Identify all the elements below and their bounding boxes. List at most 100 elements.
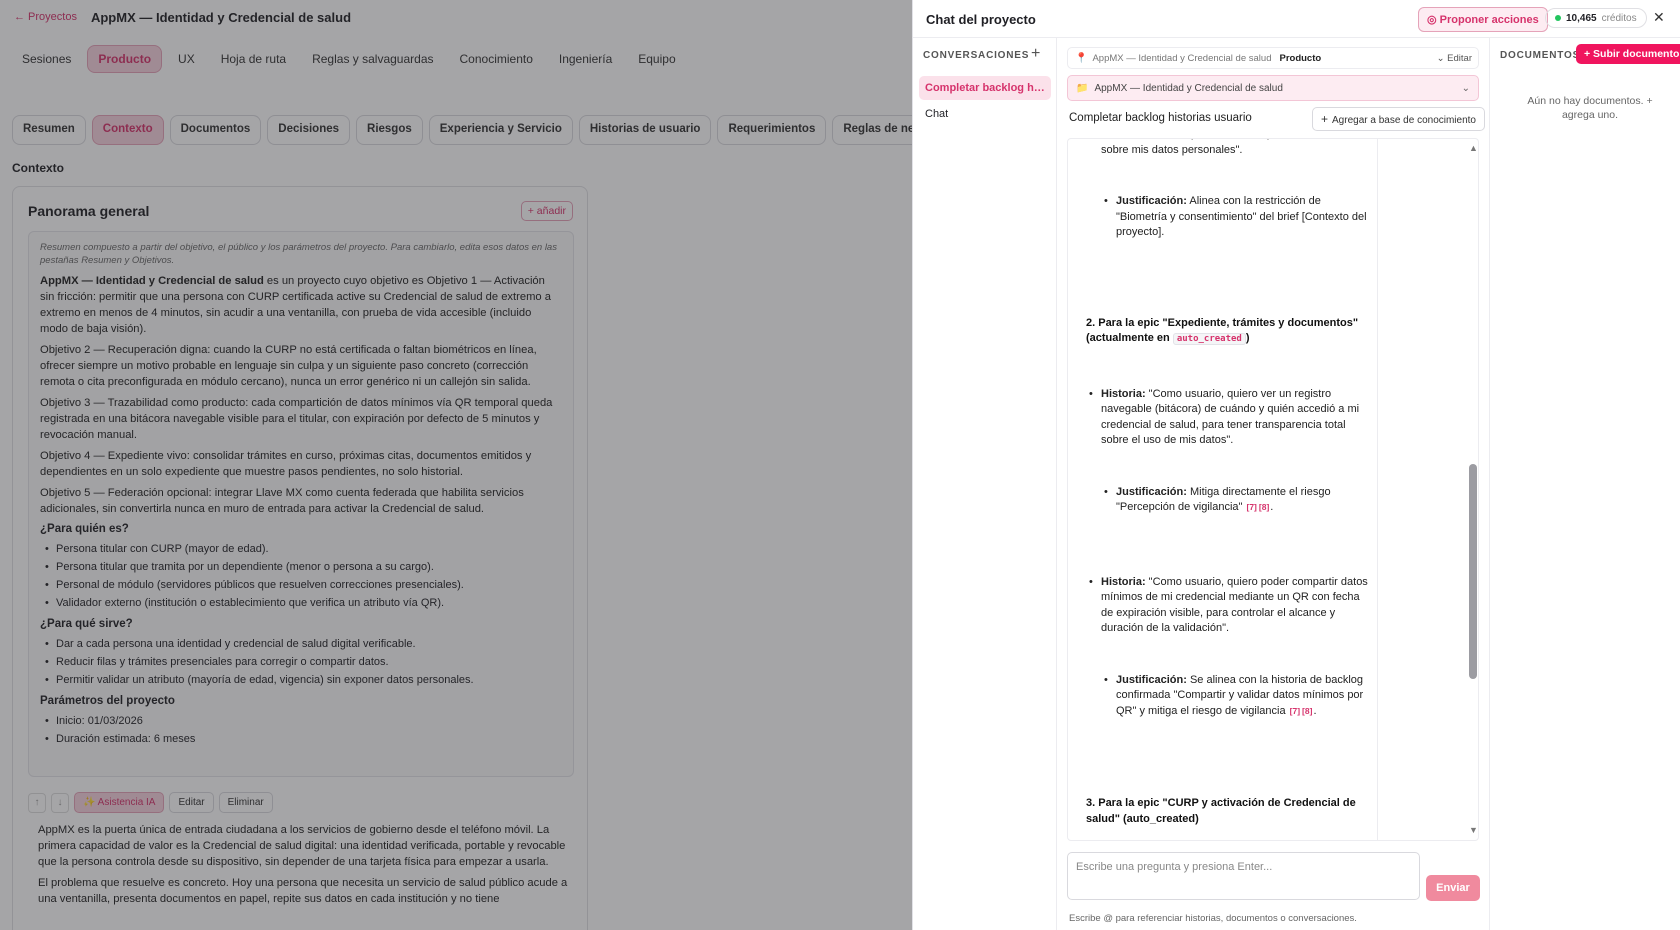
new-conversation-icon[interactable]: +	[1031, 45, 1040, 63]
project-select-value: AppMX — Identidad y Credencial de salud	[1094, 82, 1283, 94]
story-2: Historia: "Como usuario, quiero poder co…	[1086, 575, 1368, 637]
upload-document-button[interactable]: + Subir documento	[1576, 44, 1680, 64]
list-item: Duración estimada: 6 meses	[40, 730, 562, 748]
conversation-title: Completar backlog historias usuario	[1069, 112, 1252, 124]
top-bar: ← Proyectos AppMX — Identidad y Credenci…	[0, 0, 912, 34]
scroll-up-icon[interactable]: ▲	[1469, 143, 1478, 153]
summary-box: Resumen compuesto a partir del objetivo,…	[28, 231, 574, 777]
input-hint: Escribe @ para referenciar historias, do…	[1069, 913, 1357, 924]
chevron-down-icon: ⌄	[1461, 82, 1470, 94]
move-down-icon[interactable]: ↓	[51, 792, 69, 813]
nav-producto[interactable]: Producto	[87, 45, 163, 73]
folder-icon: 📁	[1076, 82, 1089, 94]
detail-paragraph: AppMX es la puerta única de entrada ciud…	[38, 824, 566, 868]
message-scroll-area[interactable]: revocable en cualquier momento, para ten…	[1067, 138, 1479, 841]
project-select[interactable]: 📁 AppMX — Identidad y Credencial de salu…	[1067, 75, 1479, 101]
delete-button[interactable]: Eliminar	[218, 792, 273, 813]
just-label: Justificación:	[1116, 673, 1187, 686]
epic-3-heading: 3. Para la epic "CURP y activación de Cr…	[1086, 797, 1356, 825]
list-item: Dar a cada persona una identidad y crede…	[40, 635, 562, 653]
nav-sesiones[interactable]: Sesiones	[12, 46, 81, 72]
story-label: Historia:	[1101, 387, 1146, 400]
app-title: AppMX — Identidad y Credencial de salud	[90, 9, 352, 25]
list-item: Persona titular que tramita por un depen…	[40, 558, 562, 576]
message-input[interactable]: Escribe una pregunta y presiona Enter...	[1067, 852, 1420, 900]
message-fragment: revocable en cualquier momento, para ten…	[1086, 139, 1368, 158]
project-chat-panel: Chat del proyecto ◎ Proponer acciones 10…	[912, 0, 1680, 930]
send-button[interactable]: Enviar	[1426, 875, 1480, 901]
nav-conocimiento[interactable]: Conocimiento	[450, 46, 543, 72]
tab-documentos[interactable]: Documentos	[169, 115, 262, 145]
nav-equipo[interactable]: Equipo	[628, 46, 685, 72]
documents-header: DOCUMENTOS	[1500, 50, 1581, 61]
list-item: Persona titular con CURP (mayor de edad)…	[40, 540, 562, 558]
nav-reglas-salvaguardas[interactable]: Reglas y salvaguardas	[302, 46, 443, 72]
pin-icon: 📍	[1075, 52, 1088, 64]
detail-text: AppMX es la puerta única de entrada ciud…	[38, 822, 578, 912]
list-item: Permitir validar un atributo (mayoría de…	[40, 671, 562, 689]
epic-2-close: )	[1245, 332, 1250, 344]
detail-paragraph: El problema que resuelve es concreto. Ho…	[38, 877, 568, 905]
section-title: Contexto	[12, 161, 64, 175]
add-to-knowledge-base-button[interactable]: + Agregar a base de conocimiento	[1312, 107, 1485, 131]
conversation-item-backlog[interactable]: Completar backlog historias usuario	[919, 76, 1051, 100]
nav-ingenieria[interactable]: Ingeniería	[549, 46, 622, 72]
list-item: Personal de módulo (servidores públicos …	[40, 576, 562, 594]
move-up-icon[interactable]: ↑	[28, 792, 46, 813]
scrollbar[interactable]: ▲ ▼	[1468, 139, 1478, 840]
documents-sidebar: DOCUMENTOS + Subir documento Aún no hay …	[1489, 38, 1680, 930]
assistant-message: revocable en cualquier momento, para ten…	[1068, 139, 1378, 840]
edit-button[interactable]: Editar	[169, 792, 214, 813]
who-list: Persona titular con CURP (mayor de edad)…	[40, 540, 562, 612]
overview-card: Panorama general + añadir Resumen compue…	[12, 186, 588, 930]
status-dot-icon	[1555, 15, 1561, 21]
list-item: Inicio: 01/03/2026	[40, 712, 562, 730]
plus-icon: +	[1321, 112, 1329, 126]
what-heading: ¿Para qué sirve?	[40, 618, 133, 630]
period: .	[1270, 501, 1274, 513]
epic-2-heading: 2. Para la epic "Expediente, trámites y …	[1086, 316, 1368, 348]
propose-actions-button[interactable]: ◎ Proponer acciones	[1418, 7, 1548, 32]
objective-5: Objetivo 5 — Federación opcional: integr…	[40, 487, 524, 515]
conversation-item-chat[interactable]: Chat	[919, 102, 1051, 126]
back-to-projects-link[interactable]: ← Proyectos	[14, 11, 77, 23]
tab-resumen[interactable]: Resumen	[12, 115, 86, 145]
tab-riesgos[interactable]: Riesgos	[356, 115, 423, 145]
documents-empty-state: Aún no hay documentos. + agrega uno.	[1527, 95, 1653, 121]
credits-badge: 10,465 créditos	[1545, 8, 1647, 28]
context-project: AppMX — Identidad y Credencial de salud	[1092, 52, 1272, 64]
edit-context-button[interactable]: ⌄ Editar	[1437, 53, 1472, 64]
scroll-down-icon[interactable]: ▼	[1469, 825, 1478, 835]
list-item: Reducir filas y trámites presenciales pa…	[40, 653, 562, 671]
what-list: Dar a cada persona una identidad y crede…	[40, 635, 562, 689]
close-icon[interactable]: ✕	[1653, 9, 1665, 26]
citation-link[interactable]: [7]	[1290, 706, 1300, 716]
citation-link[interactable]: [8]	[1259, 502, 1269, 512]
tab-decisiones[interactable]: Decisiones	[267, 115, 351, 145]
who-heading: ¿Para quién es?	[40, 523, 129, 535]
add-button[interactable]: + añadir	[520, 201, 573, 221]
message-content: revocable en cualquier momento, para ten…	[1086, 139, 1368, 827]
citation-link[interactable]: [7]	[1247, 502, 1257, 512]
tab-contexto[interactable]: Contexto	[91, 115, 164, 145]
params-list: Inicio: 01/03/2026 Duración estimada: 6 …	[40, 712, 562, 748]
justification-2: Justificación: Mitiga directamente el ri…	[1101, 485, 1368, 516]
fragment-text: revocable en cualquier momento, para ten…	[1101, 139, 1353, 156]
nav-ux[interactable]: UX	[168, 46, 205, 72]
nav-hoja-de-ruta[interactable]: Hoja de ruta	[211, 46, 296, 72]
tab-requerimientos[interactable]: Requerimientos	[717, 115, 827, 145]
conversations-header: CONVERSACIONES	[923, 50, 1030, 61]
tab-experiencia-servicio[interactable]: Experiencia y Servicio	[428, 115, 573, 145]
scrollbar-thumb[interactable]	[1469, 464, 1477, 679]
summary-lead: AppMX — Identidad y Credencial de salud …	[40, 273, 562, 337]
ai-assist-button[interactable]: ✨ Asistencia IA	[74, 792, 165, 813]
chat-area: 📍 AppMX — Identidad y Credencial de salu…	[1058, 38, 1488, 930]
conversations-sidebar: CONVERSACIONES + Completar backlog histo…	[913, 38, 1057, 930]
tab-reglas-negocio[interactable]: Reglas de negocio	[832, 115, 912, 145]
primary-nav: Sesiones Producto UX Hoja de ruta Reglas…	[8, 42, 912, 76]
propose-actions-label: Proponer acciones	[1439, 14, 1539, 26]
status-code: auto_created	[1172, 333, 1246, 345]
tab-historias-usuario[interactable]: Historias de usuario	[578, 115, 712, 145]
panel-header: Chat del proyecto ◎ Proponer acciones 10…	[913, 0, 1680, 38]
citation-link[interactable]: [8]	[1302, 706, 1312, 716]
